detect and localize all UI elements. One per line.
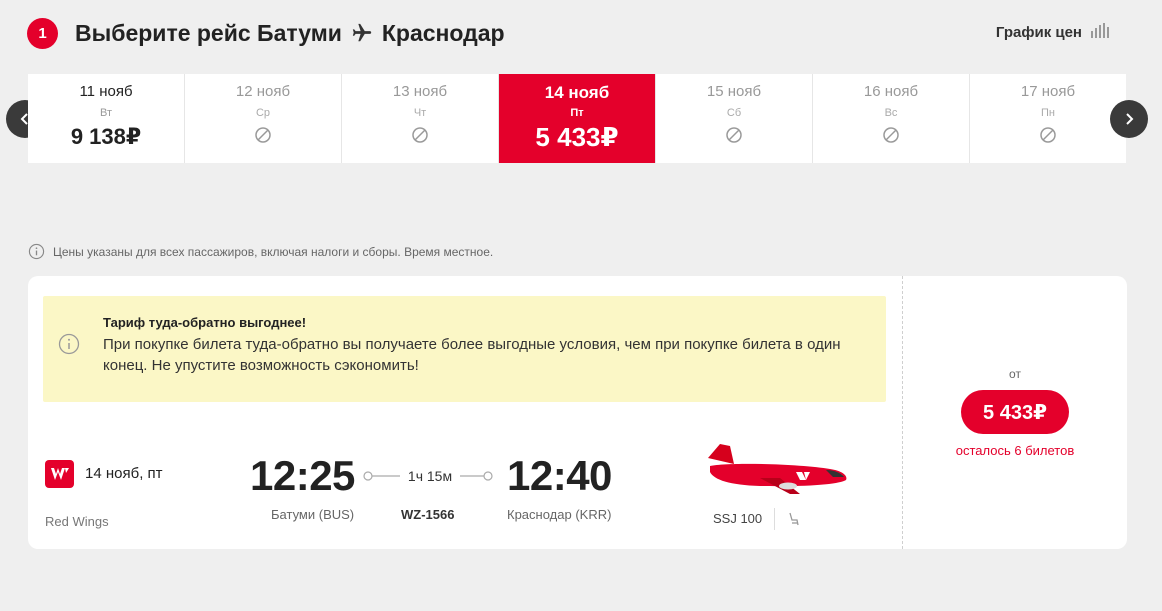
chevron-right-icon bbox=[1126, 113, 1134, 125]
date-cell-0[interactable]: 11 нояб Вт 9 138₽ bbox=[28, 74, 185, 163]
date-price: 5 433₽ bbox=[535, 122, 619, 152]
flight-details: Тариф туда-обратно выгоднее! При покупке… bbox=[28, 276, 903, 549]
flight-duration: 1ч 15м bbox=[400, 468, 460, 484]
prices-info-note: Цены указаны для всех пассажиров, включа… bbox=[28, 243, 493, 260]
next-dates-button[interactable] bbox=[1110, 100, 1148, 138]
weekday-label: Пт bbox=[570, 107, 584, 119]
date-price: 9 138₽ bbox=[70, 124, 142, 149]
flight-date: 14 нояб, пт bbox=[85, 465, 163, 482]
arrival-airport: Краснодар (KRR) bbox=[507, 507, 612, 522]
title-destination: Краснодар bbox=[381, 19, 505, 46]
title-origin: Выберите рейс Батуми bbox=[75, 19, 342, 46]
promo-title: Тариф туда-обратно выгоднее! bbox=[103, 315, 307, 330]
date-label: 14 нояб bbox=[544, 83, 610, 102]
no-flights-icon bbox=[1040, 127, 1056, 143]
step-badge: 1 bbox=[27, 17, 58, 49]
round-trip-promo: Тариф туда-обратно выгоднее! При покупке… bbox=[43, 296, 886, 402]
aircraft-model: SSJ 100 bbox=[713, 511, 763, 526]
seat-icon[interactable] bbox=[787, 512, 801, 526]
date-cell-2[interactable]: 13 нояб Чт bbox=[342, 74, 499, 163]
price-chart-label: График цен bbox=[995, 23, 1082, 41]
date-cell-5[interactable]: 16 нояб Вс bbox=[813, 74, 970, 163]
page-header: 1 Выберите рейс Батуми Краснодар bbox=[27, 16, 505, 50]
no-flights-icon bbox=[255, 127, 271, 143]
date-label: 11 нояб bbox=[79, 83, 133, 100]
flight-number: WZ-1566 bbox=[401, 507, 455, 522]
date-cell-4[interactable]: 15 нояб Сб bbox=[656, 74, 813, 163]
departure-airport: Батуми (BUS) bbox=[271, 507, 355, 522]
promo-text: При покупке билета туда-обратно вы получ… bbox=[103, 336, 841, 374]
price-from-label: от bbox=[1009, 367, 1021, 381]
arrival-time: 12:40 bbox=[507, 452, 612, 499]
info-icon bbox=[28, 243, 45, 260]
date-label: 17 нояб bbox=[1020, 83, 1076, 100]
aircraft-image bbox=[708, 444, 847, 494]
date-cell-6[interactable]: 17 нояб Пн bbox=[970, 74, 1126, 163]
divider bbox=[774, 508, 775, 530]
weekday-label: Вс bbox=[884, 107, 898, 119]
weekday-label: Вт bbox=[99, 107, 112, 119]
date-cell-1[interactable]: 12 нояб Ср bbox=[185, 74, 342, 163]
red-wings-logo bbox=[45, 460, 74, 488]
info-icon bbox=[58, 333, 80, 355]
page-title: Выберите рейс Батуми Краснодар bbox=[75, 20, 505, 47]
airline-name: Red Wings bbox=[45, 514, 109, 529]
airplane-icon bbox=[350, 22, 374, 44]
date-label: 12 нояб bbox=[235, 83, 291, 100]
date-selector: 11 нояб Вт 9 138₽ 12 нояб Ср 13 нояб Чт … bbox=[28, 74, 1126, 163]
flight-card[interactable]: Тариф туда-обратно выгоднее! При покупке… bbox=[28, 276, 1127, 549]
date-label: 16 нояб bbox=[863, 83, 919, 100]
no-flights-icon bbox=[726, 127, 742, 143]
no-flights-icon bbox=[412, 127, 428, 143]
info-note-text: Цены указаны для всех пассажиров, включа… bbox=[53, 244, 494, 259]
tickets-left-label: осталось 6 билетов bbox=[955, 443, 1075, 458]
departure-time: 12:25 bbox=[250, 452, 355, 499]
weekday-label: Сб bbox=[726, 107, 742, 119]
no-flights-icon bbox=[883, 127, 899, 143]
weekday-label: Пн bbox=[1041, 107, 1055, 119]
date-label: 13 нояб bbox=[392, 83, 448, 100]
price-panel: от 5 433₽ осталось 6 билетов bbox=[903, 276, 1127, 549]
select-flight-price-button[interactable]: 5 433₽ bbox=[961, 390, 1069, 434]
price-chart-button[interactable]: График цен bbox=[996, 22, 1110, 42]
bar-chart-icon bbox=[1090, 22, 1110, 42]
weekday-label: Ср bbox=[255, 107, 271, 119]
weekday-label: Чт bbox=[413, 107, 427, 119]
date-label: 15 нояб bbox=[706, 83, 762, 100]
date-cell-3[interactable]: 14 нояб Пт 5 433₽ bbox=[499, 74, 656, 163]
